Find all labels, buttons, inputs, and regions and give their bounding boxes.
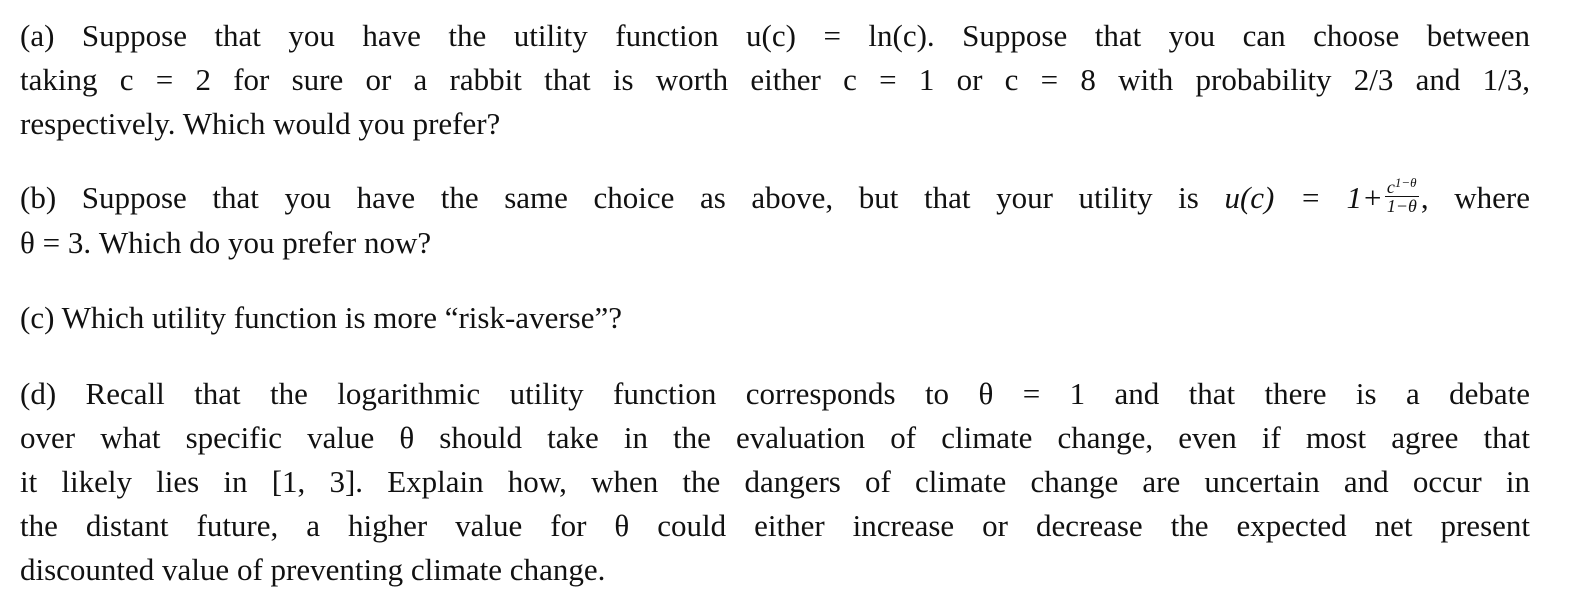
text-line: taking c = 2 for sure or a rabbit that i… [20,62,1530,97]
fraction-numerator: c1−θ [1384,174,1419,198]
text-line: θ = 3. Which do you prefer now? [20,225,432,261]
text-segment: (b) Suppose that you have the same choic… [20,180,1225,215]
text-line: (c) Which utility function is more “risk… [20,300,622,335]
text-line: (a) Suppose that you have the utility fu… [20,18,1530,53]
question-part-d: (d) Recall that the logarithmic utility … [20,372,1530,592]
text-segment: , where [1420,180,1530,215]
text-line: respectively. Which would you prefer? [20,106,501,141]
fraction-denominator: 1−θ [1386,196,1417,217]
question-part-c: (c) Which utility function is more “risk… [20,296,1530,340]
text-line: (d) Recall that the logarithmic utility … [20,376,1530,411]
text-line: (b) Suppose that you have the same choic… [20,174,1530,221]
utility-formula-lhs: u(c) = 1+ [1224,180,1383,215]
question-part-a: (a) Suppose that you have the utility fu… [20,14,1530,146]
text-line: discounted value of preventing climate c… [20,552,606,587]
text-line: over what specific value θ should take i… [20,420,1530,455]
text-line: the distant future, a higher value for θ… [20,508,1530,543]
utility-fraction: c1−θ 1−θ [1384,174,1419,217]
document-page: (a) Suppose that you have the utility fu… [0,0,1574,614]
question-part-b: (b) Suppose that you have the same choic… [20,174,1530,265]
text-line: it likely lies in [1, 3]. Explain how, w… [20,464,1530,499]
numerator-base: c [1386,177,1395,198]
numerator-exponent: 1−θ [1394,175,1417,191]
